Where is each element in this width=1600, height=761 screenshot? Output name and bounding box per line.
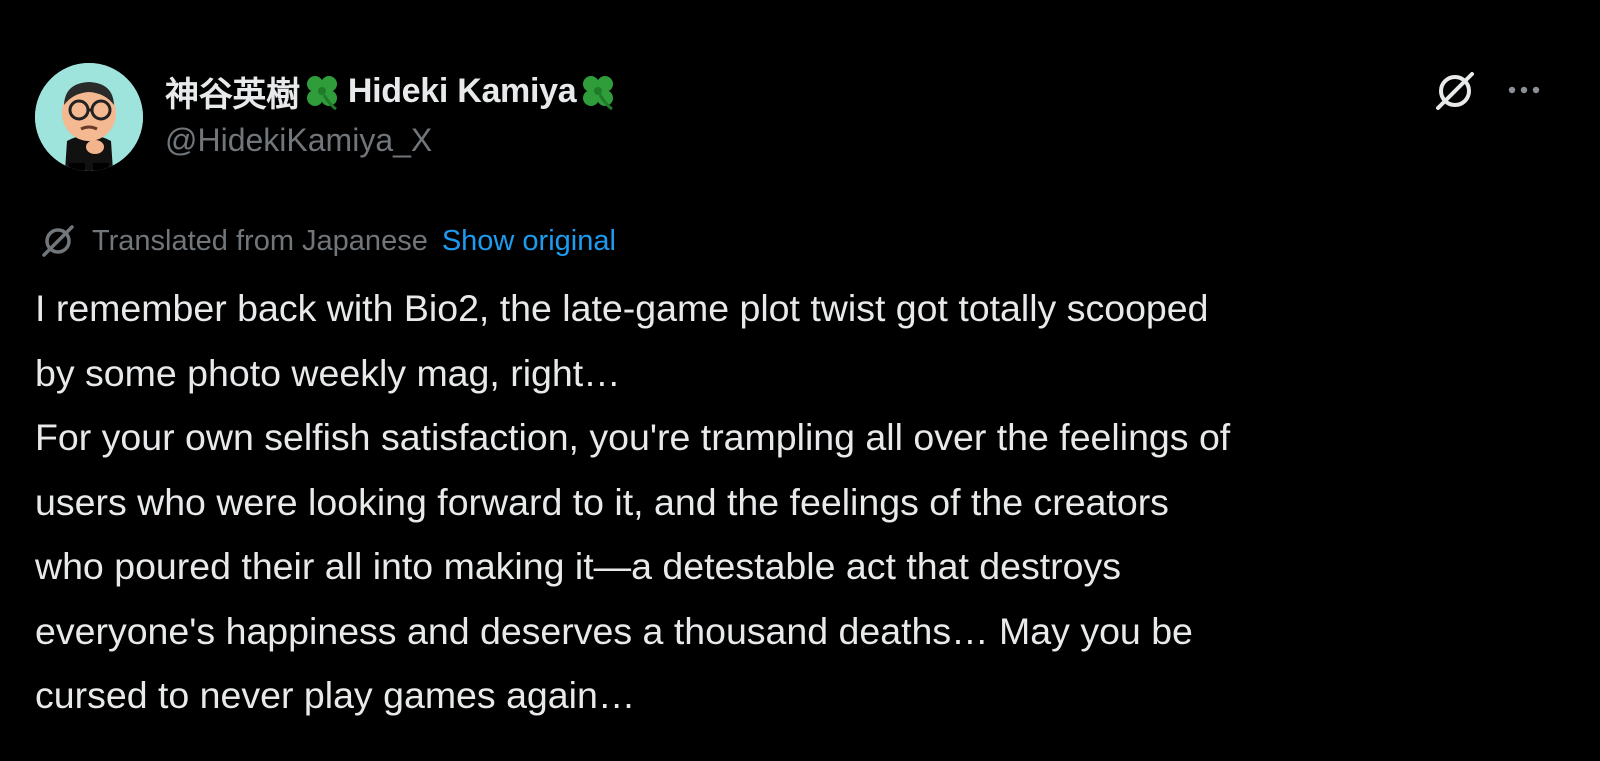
grok-button[interactable] bbox=[1432, 68, 1478, 114]
avatar-cartoon-icon bbox=[35, 63, 143, 171]
author-handle[interactable]: @HidekiKamiya_X bbox=[165, 122, 432, 159]
clover-icon bbox=[302, 71, 342, 111]
post-text-line: users who were looking forward to it, an… bbox=[35, 480, 1169, 523]
avatar[interactable] bbox=[35, 63, 143, 171]
post-text-line: I remember back with Bio2, the late-game… bbox=[35, 287, 1209, 329]
grok-translate-icon bbox=[38, 221, 78, 261]
grok-icon bbox=[1436, 72, 1474, 110]
post-text-line: For your own selfish satisfaction, you'r… bbox=[35, 416, 1231, 458]
post-text-line: who poured their all into making it—a de… bbox=[35, 545, 1122, 587]
display-name-jp[interactable]: 神谷英樹 bbox=[165, 67, 300, 116]
more-horizontal-icon bbox=[1508, 86, 1540, 94]
clover-icon bbox=[578, 71, 618, 111]
post-text-line: cursed to never play games again… bbox=[35, 674, 636, 716]
translation-notice: Translated from Japanese Show original bbox=[38, 221, 616, 261]
post-text-line: everyone's happiness and deserves a thou… bbox=[35, 609, 1193, 652]
more-options-button[interactable] bbox=[1500, 70, 1548, 110]
post-card: 神谷英樹 Hideki Kamiya @HidekiKamiya_X Trans… bbox=[0, 0, 1600, 761]
post-text-line: by some photo weekly mag, right… bbox=[35, 351, 621, 394]
author-name-row[interactable]: 神谷英樹 Hideki Kamiya bbox=[165, 66, 624, 116]
translated-from-label: Translated from Japanese bbox=[92, 224, 428, 257]
show-original-link[interactable]: Show original bbox=[442, 225, 616, 258]
display-name-en[interactable]: Hideki Kamiya bbox=[348, 72, 577, 111]
post-text: I remember back with Bio2, the late-game… bbox=[35, 276, 1575, 728]
